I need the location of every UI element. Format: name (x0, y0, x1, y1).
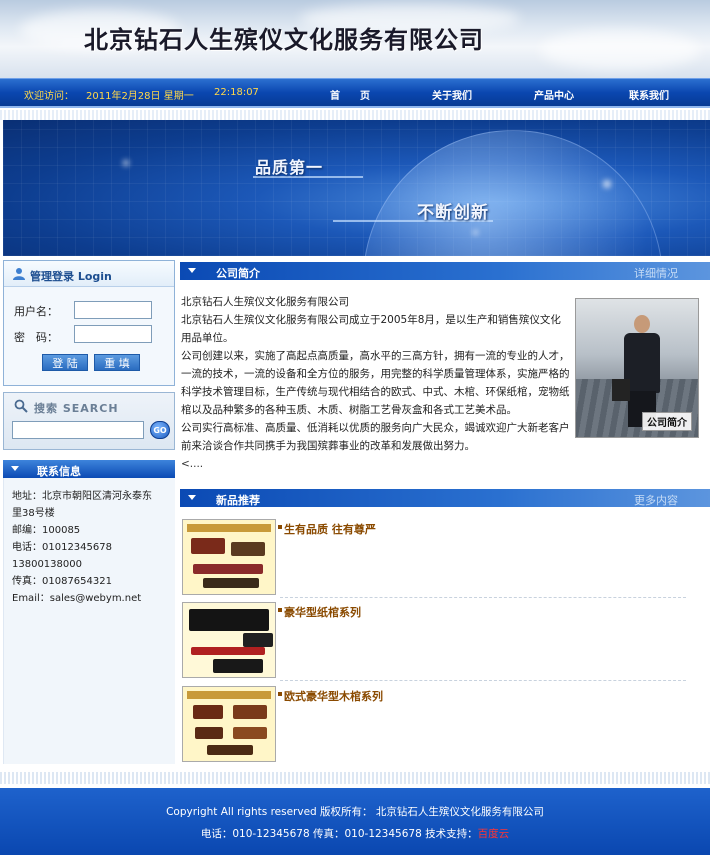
photo-briefcase (612, 379, 630, 401)
bullet-icon (278, 608, 282, 612)
nav-about[interactable]: 关于我们 (432, 87, 472, 102)
arrow-down-icon (188, 268, 196, 273)
arrow-down-icon (188, 495, 196, 500)
login-title: 管理登录 Login (30, 270, 112, 283)
login-button[interactable]: 登 陆 (42, 354, 88, 371)
password-input[interactable] (74, 325, 152, 343)
photo-figure-head (634, 315, 650, 333)
about-text: 北京钻石人生殡仪文化服务有限公司 北京钻石人生殡仪文化服务有限公司成立于2005… (181, 293, 571, 473)
search-panel: 搜索 SEARCH GO (3, 392, 175, 450)
reset-button[interactable]: 重 填 (94, 354, 140, 371)
current-date: 2011年2月28日 星期一 (86, 91, 194, 102)
footer-copyright: Copyright All rights reserved 版权所有： 北京钻石… (166, 806, 544, 818)
contact-address-cont: 里38号楼 (12, 508, 55, 519)
username-input[interactable] (74, 301, 152, 319)
product-name[interactable]: 欧式豪华型木棺系列 (284, 688, 383, 704)
site-footer: Copyright All rights reserved 版权所有： 北京钻石… (0, 788, 710, 855)
arrow-down-icon (11, 466, 19, 471)
products-header: 新品推荐 更多内容 (180, 489, 710, 507)
product-name[interactable]: 生有品质 往有尊严 (284, 521, 376, 537)
tech-support-link[interactable]: 百度云 (478, 828, 510, 840)
banner-slogan-quality: 品质第一 (255, 158, 324, 177)
bullet-icon (278, 525, 282, 529)
about-paragraph: 北京钻石人生殡仪文化服务有限公司成立于2005年8月，是以生产和销售殡仪文化用品… (181, 314, 561, 344)
about-paragraph: 公司实行高标准、高质量、低消耗以优质的服务向广大民众，竭诚欢迎广大新老客户前来洽… (181, 422, 570, 452)
products-more-link[interactable]: 更多内容 (634, 492, 678, 508)
welcome-text: 欢迎访问： (24, 91, 74, 102)
product-thumbnail[interactable] (182, 519, 276, 595)
nav-contact[interactable]: 联系我们 (629, 87, 669, 102)
light-dot (123, 160, 129, 166)
contact-title: 联系信息 (37, 465, 81, 478)
light-dot (603, 180, 611, 188)
search-icon (14, 399, 28, 413)
products-title: 新品推荐 (216, 494, 260, 507)
password-label: 密 码： (14, 331, 58, 344)
nav-products[interactable]: 产品中心 (534, 87, 574, 102)
about-company: 北京钻石人生殡仪文化服务有限公司 (181, 296, 349, 308)
contact-fax: 传真：01087654321 (12, 576, 112, 587)
username-label: 用户名： (14, 305, 58, 318)
contact-email[interactable]: Email：sales@webym.net (12, 590, 141, 607)
search-go-button[interactable]: GO (150, 421, 170, 439)
contact-header: 联系信息 (3, 460, 175, 478)
site-header: 北京钻石人生殡仪文化服务有限公司 (0, 0, 710, 78)
main-nav: 欢迎访问： 2011年2月28日 星期一 22:18:07 首 页 关于我们 产… (0, 78, 710, 108)
footer-contact-text: 电话：010-12345678 传真：010-12345678 技术支持： (200, 828, 478, 840)
login-header: 管理登录 Login (4, 261, 174, 287)
about-paragraph: 公司创建以来，实施了高起点高质量，高水平的三高方针，拥有一流的专业的人才，一流的… (181, 350, 570, 416)
about-photo: 公司简介 (575, 298, 699, 438)
nav-divider-strip (0, 110, 710, 120)
product-item[interactable]: 豪华型纸棺系列 (180, 602, 710, 682)
current-time: 22:18:07 (214, 87, 259, 98)
user-icon (13, 268, 25, 280)
footer-divider-strip (0, 772, 710, 784)
product-thumbnail[interactable] (182, 686, 276, 762)
product-name[interactable]: 豪华型纸棺系列 (284, 604, 361, 620)
hero-banner: 品质第一 不断创新 (3, 120, 710, 256)
contact-address: 地址：北京市朝阳区清河永泰东 (12, 491, 152, 502)
about-header: 公司简介 详细情况 (180, 262, 710, 280)
product-thumbnail[interactable] (182, 602, 276, 678)
footer-contact: 电话：010-12345678 传真：010-12345678 技术支持：百度云 (0, 826, 710, 841)
divider (280, 597, 686, 598)
about-read-more[interactable]: <.... (181, 455, 571, 473)
about-more-link[interactable]: 详细情况 (634, 265, 678, 281)
product-item[interactable]: 生有品质 往有尊严 (180, 519, 710, 599)
contact-mobile: 13800138000 (12, 559, 82, 570)
bullet-icon (278, 692, 282, 696)
login-panel: 管理登录 Login 用户名： 密 码： 登 陆 重 填 (3, 260, 175, 386)
contact-zip: 邮编：100085 (12, 525, 81, 536)
contact-info: 地址：北京市朝阳区清河永泰东 里38号楼 邮编：100085 电话：010123… (3, 478, 175, 764)
banner-slogan-innovation: 不断创新 (417, 203, 489, 223)
search-title: 搜索 SEARCH (34, 402, 119, 415)
light-dot (473, 230, 478, 235)
about-title: 公司简介 (216, 267, 260, 280)
search-input[interactable] (12, 421, 144, 439)
product-item[interactable]: 欧式豪华型木棺系列 (180, 686, 710, 766)
nav-home[interactable]: 首 页 (330, 87, 370, 102)
photo-caption: 公司简介 (642, 412, 692, 431)
divider (280, 680, 686, 681)
site-title: 北京钻石人生殡仪文化服务有限公司 (84, 25, 484, 54)
contact-phone: 电话：01012345678 (12, 542, 112, 553)
